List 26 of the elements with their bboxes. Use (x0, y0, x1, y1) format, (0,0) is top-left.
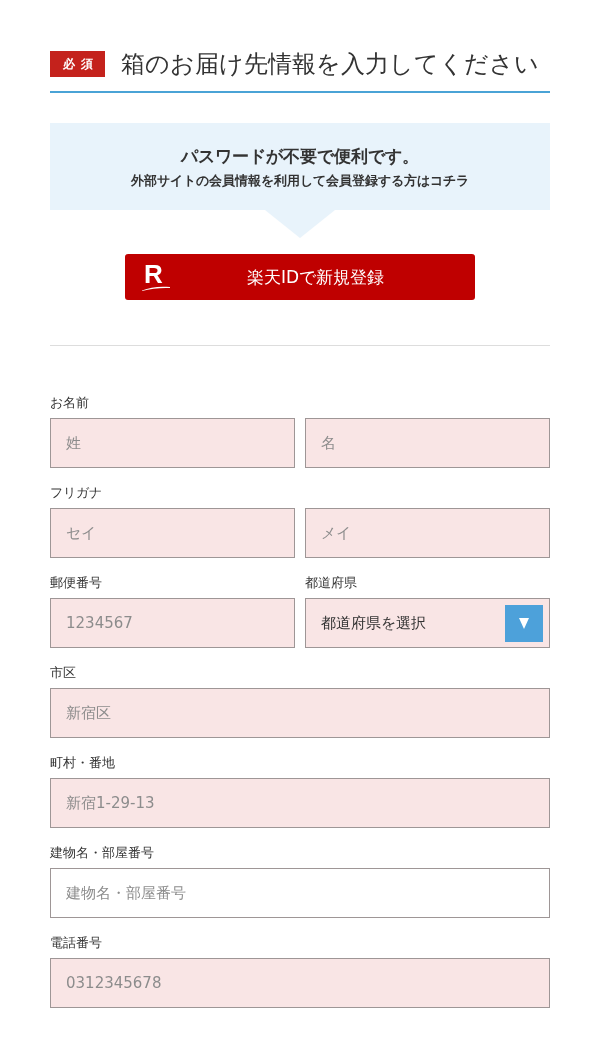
info-title: パスワードが不要で便利です。 (179, 145, 420, 167)
dropdown-caret-icon (505, 604, 543, 642)
text-field[interactable]: 新宿1-29-13 (50, 778, 550, 828)
signup-button[interactable]: R 楽天IDで新規登録 (125, 254, 475, 300)
text-field[interactable]: 1234567 (50, 598, 295, 648)
page-title: 箱のお届け先情報を入力してください (121, 49, 539, 80)
field-label: 郵便番号 (50, 574, 102, 592)
logo-letter: R (143, 263, 163, 285)
field-label: お名前 (50, 394, 89, 412)
field-label: 電話番号 (50, 934, 102, 952)
text-field[interactable]: 建物名・部屋番号 (50, 868, 550, 918)
text-field[interactable]: セイ (50, 508, 295, 558)
text-field[interactable]: 姓 (50, 418, 295, 468)
field-label: フリガナ (50, 484, 102, 502)
text-field[interactable]: 0312345678 (50, 958, 550, 1008)
required-badge: 必須 (50, 51, 105, 77)
field-label: 町村・番地 (50, 754, 115, 772)
text-field[interactable]: 新宿区 (50, 688, 550, 738)
field-label: 建物名・部屋番号 (50, 844, 154, 862)
prefecture-select[interactable]: 都道府県を選択 (305, 598, 550, 648)
swoosh-icon (142, 286, 170, 291)
text-field[interactable]: 名 (305, 418, 550, 468)
text-field[interactable]: メイ (305, 508, 550, 558)
info-text: 外部サイトの会員情報を利用して会員登録する方はコチラ (130, 172, 470, 190)
field-label: 市区 (50, 664, 76, 682)
field-label: 都道府県 (305, 574, 357, 592)
